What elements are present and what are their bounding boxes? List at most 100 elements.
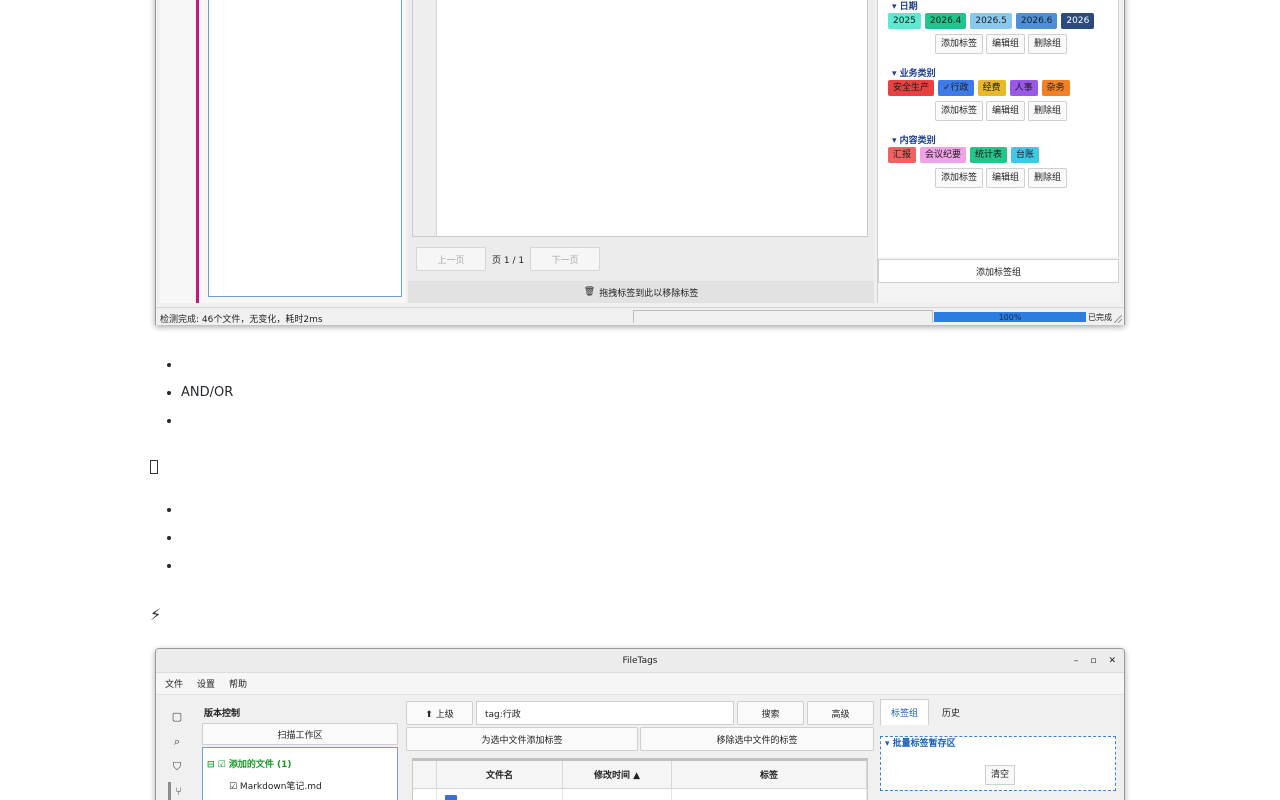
next-page-button[interactable]: 下一页 xyxy=(530,247,601,271)
tab-history[interactable]: 历史 xyxy=(931,699,971,725)
advanced-button[interactable]: 高级 xyxy=(807,701,874,725)
clear-button[interactable]: 清空 xyxy=(985,765,1016,785)
tag-group-title[interactable]: ▾ 内容类别 xyxy=(892,133,936,146)
pager: 上一页 页 1 / 1 下一页 xyxy=(416,247,601,271)
changes-tree: ⊟ ☑ 添加的文件 (1) ☑ Markdown笔记.md xyxy=(202,747,398,800)
file-table: 文件名 修改时间 ▲ 标签 xyxy=(412,758,868,800)
add-tag-button[interactable]: 添加标签 xyxy=(935,168,984,188)
search-toolbar: ⬆ 上级 tag:行政 搜索 高级 xyxy=(406,701,874,725)
sidebar-accent-line xyxy=(196,0,199,303)
list-item xyxy=(181,357,233,385)
edit-group-button[interactable]: 编辑组 xyxy=(986,168,1026,188)
tag-chip[interactable]: 会议纪要 xyxy=(920,147,967,163)
menu-file[interactable]: 文件 xyxy=(165,677,183,690)
trash-icon: 🗑 xyxy=(583,287,596,297)
file-tree[interactable] xyxy=(208,0,402,297)
window-title: FileTags xyxy=(156,649,1124,673)
list-item xyxy=(181,413,233,441)
row-gutter xyxy=(413,0,437,236)
status-done: 已完成 xyxy=(1088,313,1112,322)
menu-settings[interactable]: 设置 xyxy=(197,677,215,690)
search-input[interactable]: tag:行政 xyxy=(476,701,734,725)
lightning-icon: ⚡ xyxy=(150,605,162,624)
delete-group-button[interactable]: 删除组 xyxy=(1028,34,1068,54)
filetags-screenshot-top: 上一页 页 1 / 1 下一页 🗑 拖拽标签到此以移除标签 ▾ 日期 2025 2… xyxy=(155,0,1125,325)
folder-icon xyxy=(445,795,457,800)
tag-chip[interactable]: ✓行政 xyxy=(938,80,974,96)
minimize-icon[interactable]: – xyxy=(1074,656,1079,666)
tag-groups-panel: ▾ 日期 2025 2026.4 2026.5 2026.6 2026 添加标签 编辑组… xyxy=(877,0,1120,303)
tab-tag-groups[interactable]: 标签组 xyxy=(880,699,930,725)
side-tabs: 标签组 历史 xyxy=(880,699,1120,725)
edit-group-button[interactable]: 编辑组 xyxy=(986,101,1026,121)
section-heading: ⚡ xyxy=(150,605,165,624)
table-header: 文件名 修改时间 ▲ 标签 xyxy=(413,761,867,789)
left-panel xyxy=(160,0,406,303)
column-header-tags[interactable]: 标签 xyxy=(672,761,867,788)
tag-chip[interactable]: 统计表 xyxy=(970,147,1008,163)
tag-chip[interactable]: 人事 xyxy=(1009,80,1038,96)
tag-group-tags: 汇报 会议纪要 统计表 台账 xyxy=(888,147,1040,163)
activity-bar: ▢ ⌕ ⛉ ⑂ xyxy=(162,701,192,800)
progress-label: 100% xyxy=(998,313,1022,322)
tag-chip[interactable]: 2026 xyxy=(1061,13,1095,29)
tree-item-added-files[interactable]: ⊟ ☑ 添加的文件 (1) xyxy=(207,752,393,774)
tag-chip[interactable]: 2026.6 xyxy=(1015,13,1058,29)
delete-group-button[interactable]: 删除组 xyxy=(1028,168,1068,188)
tag-chip[interactable]: 杂务 xyxy=(1041,80,1070,96)
tag-chip[interactable]: 2026.5 xyxy=(970,13,1012,29)
tag-icon[interactable]: ⛉ xyxy=(168,757,186,776)
version-control-panel: 版本控制 扫描工作区 ⊟ ☑ 添加的文件 (1) ☑ Markdown笔记.md xyxy=(202,701,400,800)
tag-chip[interactable]: 安全生产 xyxy=(888,80,935,96)
tag-group-tags: 2025 2026.4 2026.5 2026.6 2026 xyxy=(888,13,1095,29)
batch-tag-staging-area[interactable]: ▾ 批量标签暂存区 清空 xyxy=(880,736,1116,791)
page-info: 页 1 / 1 xyxy=(492,255,525,266)
add-tag-group-button[interactable]: 添加标签组 xyxy=(878,259,1119,283)
tag-group-actions: 添加标签 编辑组 删除组 xyxy=(935,34,1068,54)
source-control-icon[interactable]: ⑂ xyxy=(168,782,186,800)
scan-workspace-button[interactable]: 扫描工作区 xyxy=(202,723,398,745)
drop-zone-text: 拖拽标签到此以移除标签 xyxy=(599,288,699,299)
file-browser-panel: ⬆ 上级 tag:行政 搜索 高级 为选中文件添加标签 移除选中文件的标签 文件… xyxy=(406,701,876,800)
column-header-filename[interactable]: 文件名 xyxy=(437,761,563,788)
up-button[interactable]: ⬆ 上级 xyxy=(406,701,473,725)
tag-group-tags: 安全生产 ✓行政 经费 人事 杂务 xyxy=(888,80,1070,96)
tag-group-title[interactable]: ▾ 业务类别 xyxy=(892,66,936,79)
tag-chip[interactable]: 经费 xyxy=(977,80,1006,96)
close-icon[interactable]: ✕ xyxy=(1108,656,1116,666)
folder-icon[interactable]: ▢ xyxy=(168,707,186,726)
file-list-panel: 上一页 页 1 / 1 下一页 xyxy=(408,0,874,281)
status-bar: 检测完成: 46个文件，无变化，耗时2ms 100% 已完成 xyxy=(156,307,1124,325)
tree-item-file[interactable]: ☑ Markdown笔记.md xyxy=(207,774,393,796)
file-table[interactable] xyxy=(412,0,868,237)
table-row[interactable] xyxy=(413,789,867,800)
menu-bar: 文件 设置 帮助 xyxy=(156,673,1124,695)
tag-drop-zone[interactable]: 🗑 拖拽标签到此以移除标签 xyxy=(408,281,874,303)
remove-tags-from-selected-button[interactable]: 移除选中文件的标签 xyxy=(640,727,874,751)
panel-title: 版本控制 xyxy=(204,709,241,719)
column-header-modified[interactable]: 修改时间 ▲ xyxy=(563,761,672,788)
tag-group-actions: 添加标签 编辑组 删除组 xyxy=(935,101,1068,121)
tag-groups-list: ▾ 日期 2025 2026.4 2026.5 2026.6 2026 添加标签 编辑组… xyxy=(878,0,1119,257)
add-tag-button[interactable]: 添加标签 xyxy=(935,101,984,121)
search-icon[interactable]: ⌕ xyxy=(168,732,186,751)
menu-help[interactable]: 帮助 xyxy=(229,677,247,690)
filetags-screenshot-bottom: FileTags – ▫ ✕ 文件 设置 帮助 ▢ ⌕ ⛉ ⑂ 版本控制 扫描工… xyxy=(155,648,1125,800)
tag-chip[interactable]: 2025 xyxy=(888,13,921,29)
tag-chip[interactable]: 2026.4 xyxy=(924,13,967,29)
missing-glyph-icon xyxy=(150,460,158,474)
add-tag-button[interactable]: 添加标签 xyxy=(935,34,984,54)
tag-chip[interactable]: 汇报 xyxy=(888,147,917,163)
add-tags-to-selected-button[interactable]: 为选中文件添加标签 xyxy=(406,727,638,751)
tag-chip[interactable]: 台账 xyxy=(1011,147,1040,163)
edit-group-button[interactable]: 编辑组 xyxy=(986,34,1026,54)
maximize-icon[interactable]: ▫ xyxy=(1090,656,1096,666)
window-controls: – ▫ ✕ xyxy=(1074,649,1116,673)
resize-grip-icon[interactable] xyxy=(1114,315,1122,323)
delete-group-button[interactable]: 删除组 xyxy=(1028,101,1068,121)
tag-action-toolbar: 为选中文件添加标签 移除选中文件的标签 xyxy=(406,727,874,751)
prev-page-button[interactable]: 上一页 xyxy=(416,247,486,271)
tag-group-title[interactable]: ▾ 日期 xyxy=(892,0,918,12)
list-item: AND/OR xyxy=(181,385,233,413)
search-button[interactable]: 搜索 xyxy=(737,701,804,725)
